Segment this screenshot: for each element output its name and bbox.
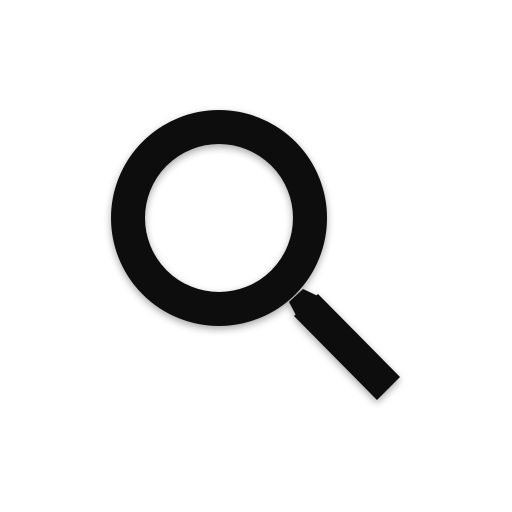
magnifier-lens-ring bbox=[111, 110, 327, 326]
search-icon[interactable] bbox=[0, 0, 512, 512]
magnifier-glyph bbox=[111, 110, 400, 400]
magnifier-handle bbox=[294, 294, 400, 400]
icon-canvas bbox=[0, 0, 512, 512]
